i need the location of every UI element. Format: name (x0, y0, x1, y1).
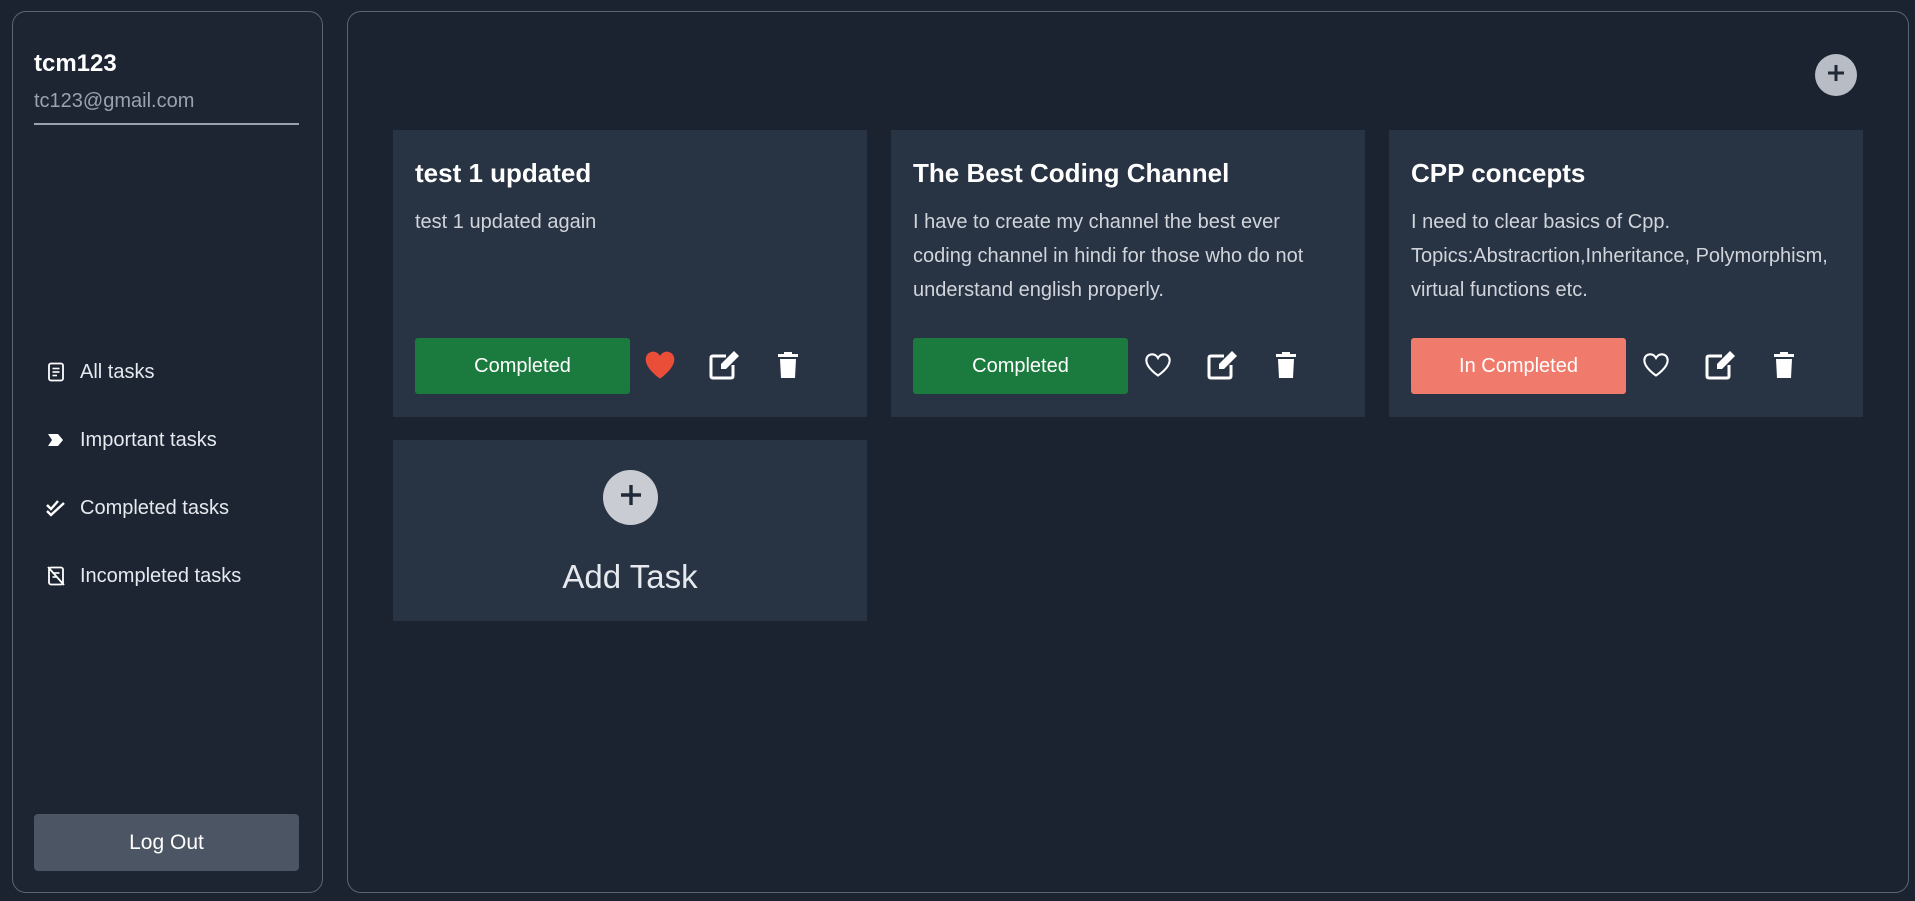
add-task-label: Add Task (562, 558, 698, 595)
user-divider (34, 123, 299, 125)
edit-button[interactable] (1703, 349, 1739, 385)
notes-off-icon (45, 565, 67, 587)
plus-icon (617, 481, 645, 514)
task-description: I need to clear basics of Cpp. Topics:Ab… (1411, 211, 1828, 301)
delete-button[interactable] (1766, 349, 1802, 385)
task-title: test 1 updated (415, 158, 592, 188)
status-button[interactable]: Completed (913, 338, 1128, 394)
trash-icon (1276, 351, 1296, 383)
sidebar-item-completed-tasks[interactable]: Completed tasks (45, 493, 241, 523)
add-task-circle (603, 470, 658, 525)
edit-icon (1705, 350, 1737, 385)
important-toggle[interactable] (1638, 349, 1674, 385)
edit-icon (709, 350, 741, 385)
sidebar-nav: All tasks Important tasks Completed task… (45, 357, 241, 629)
sidebar-item-label: Completed tasks (80, 496, 229, 519)
sidebar-item-all-tasks[interactable]: All tasks (45, 357, 241, 387)
status-button[interactable]: Completed (415, 338, 630, 394)
logout-button[interactable]: Log Out (34, 814, 299, 871)
sidebar-item-label: Incompleted tasks (80, 564, 242, 587)
task-title: The Best Coding Channel (913, 158, 1230, 188)
edit-button[interactable] (707, 349, 743, 385)
task-card: The Best Coding Channel I have to create… (891, 130, 1365, 417)
sidebar-item-important-tasks[interactable]: Important tasks (45, 425, 241, 455)
status-button[interactable]: In Completed (1411, 338, 1626, 394)
delete-button[interactable] (1268, 349, 1304, 385)
heart-outline-icon (1144, 352, 1172, 383)
edit-icon (1207, 350, 1239, 385)
sidebar-item-label: Important tasks (80, 428, 217, 451)
delete-button[interactable] (770, 349, 806, 385)
task-card: test 1 updated test 1 updated again Comp… (393, 130, 867, 417)
label-icon (45, 429, 67, 451)
notes-icon (45, 361, 67, 383)
task-description: test 1 updated again (415, 211, 597, 233)
task-title: CPP concepts (1411, 158, 1586, 188)
heart-filled-icon (643, 350, 677, 385)
task-card: CPP concepts I need to clear basics of C… (1389, 130, 1863, 417)
heart-outline-icon (1642, 352, 1670, 383)
edit-button[interactable] (1205, 349, 1241, 385)
main-panel: test 1 updated test 1 updated again Comp… (347, 11, 1909, 893)
user-name: tcm123 (34, 50, 117, 77)
important-toggle[interactable] (1140, 349, 1176, 385)
plus-icon (1824, 61, 1848, 90)
add-task-card[interactable]: Add Task (393, 440, 867, 621)
task-description: I have to create my channel the best eve… (913, 211, 1304, 301)
sidebar-item-incompleted-tasks[interactable]: Incompleted tasks (45, 561, 241, 591)
trash-icon (778, 351, 798, 383)
double-check-icon (45, 497, 67, 519)
sidebar: tcm123 tc123@gmail.com All tasks Importa… (12, 11, 323, 893)
user-email: tc123@gmail.com (34, 90, 195, 112)
add-task-top-button[interactable] (1815, 54, 1857, 96)
trash-icon (1774, 351, 1794, 383)
sidebar-item-label: All tasks (80, 360, 155, 383)
important-toggle[interactable] (642, 349, 678, 385)
